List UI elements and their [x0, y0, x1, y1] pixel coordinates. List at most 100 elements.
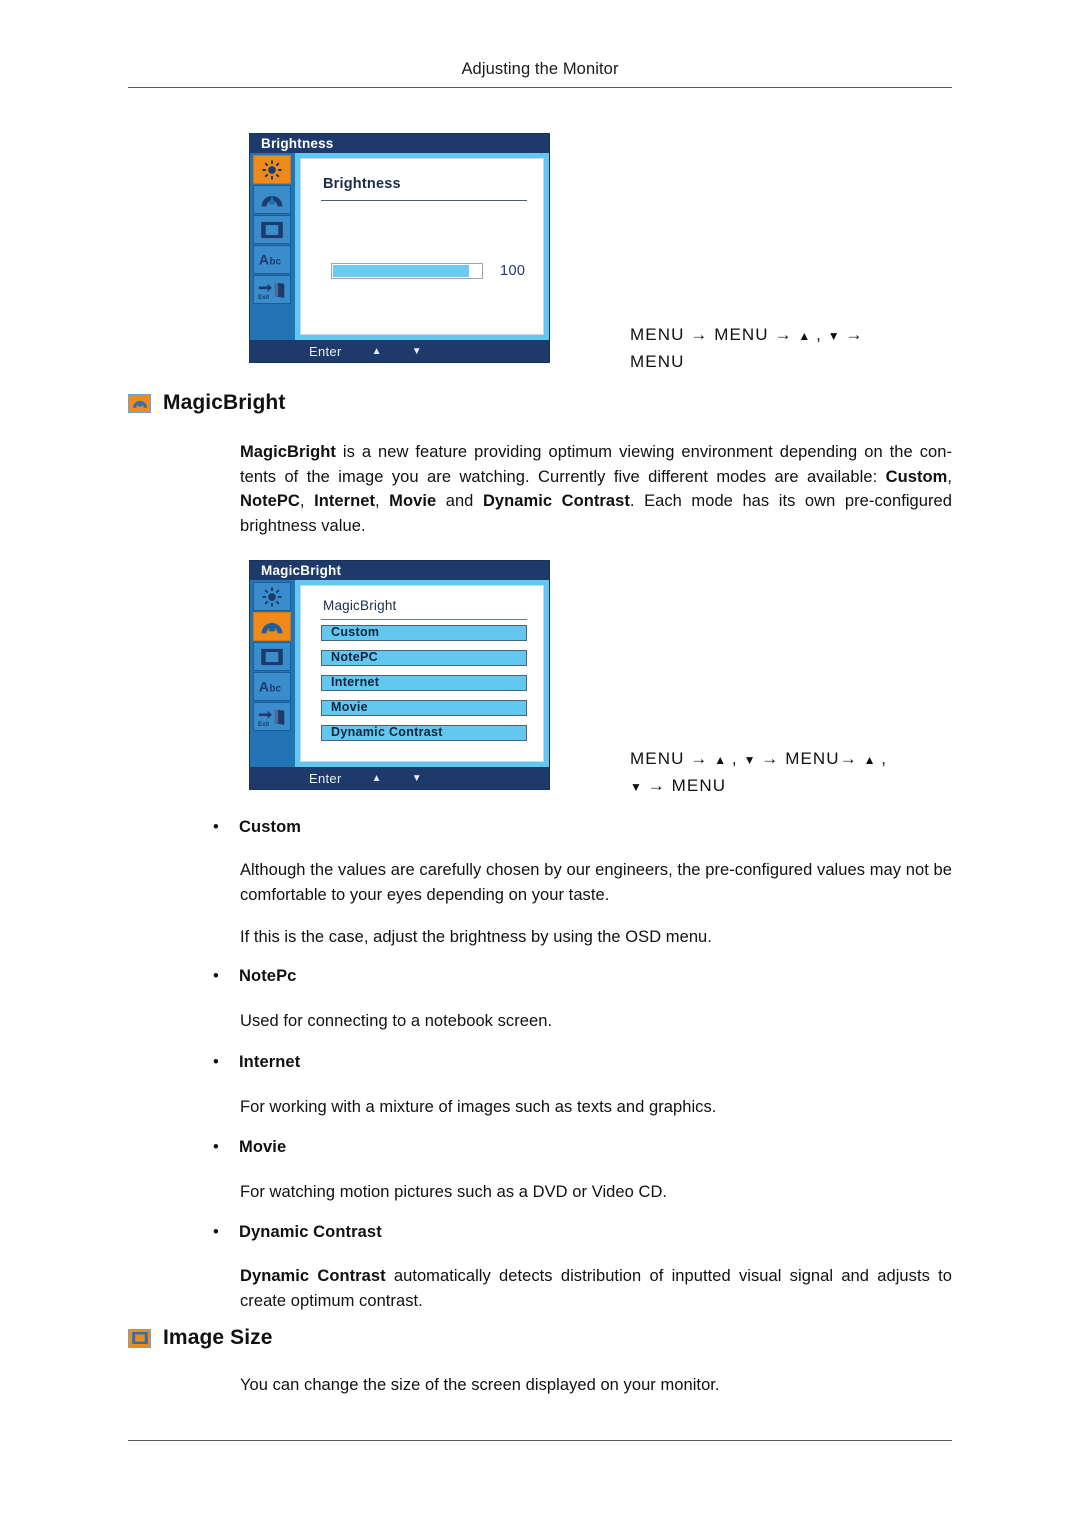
intro-text-4: , [374, 492, 390, 510]
bullet-label-custom: Custom [239, 818, 302, 836]
svg-text:bc: bc [270, 256, 282, 267]
intro-bold-notepc: NotePC [240, 492, 300, 510]
nav-down-arrow-icon-2: ▼ [630, 780, 642, 794]
custom-body-2: If this is the case, adjust the brightne… [240, 928, 712, 946]
footer-rule [128, 1440, 952, 1441]
nav-up-arrow-icon: ▲ [714, 753, 727, 767]
intro-bold-dynamic-contrast: Dynamic Contrast [482, 492, 630, 510]
osd-brightness-titlebar: Brightness [250, 134, 549, 153]
osd-magicbright-mode-list: Custom NotePC Internet Movie Dynamic Contras… [321, 625, 527, 750]
osd-magicbright-heading: MagicBright [323, 598, 397, 613]
osd-mode-item[interactable]: Dynamic Contrast [321, 725, 527, 741]
nav-up-arrow-icon: ▲ [798, 329, 811, 343]
nav-hint-magicbright: MENU → ▲ , ▼ → MENU→ ▲ , ▼ → MENU [630, 746, 960, 800]
svg-text:Exit: Exit [258, 720, 269, 726]
svg-text:A: A [259, 678, 269, 694]
nav-hint-mb-line2: → MENU [641, 776, 727, 795]
svg-text:A: A [259, 251, 269, 267]
bullet-notepc: • NotePc [213, 967, 953, 986]
movie-body: For watching motion pictures such as a D… [240, 1183, 668, 1201]
section-heading-image-size: Image Size [128, 1326, 273, 1350]
magicbright-gauge-icon [128, 393, 151, 413]
osd-down-arrow-icon[interactable]: ▼ [412, 773, 422, 784]
osd-mode-item[interactable]: Internet [321, 675, 527, 691]
osd-brightness-footer: Enter ▲ ▼ [250, 340, 549, 362]
osd-magicbright-screen: MagicBright Custom NotePC Internet Movie Dyn… [295, 580, 549, 767]
svg-text:Exit: Exit [258, 293, 269, 299]
brightness-sun-icon[interactable] [253, 155, 291, 184]
image-size-icon [128, 1328, 151, 1348]
osd-mode-item[interactable]: Movie [321, 700, 527, 716]
bullet-dot-icon: • [213, 1223, 219, 1241]
magicbright-gauge-icon[interactable] [253, 185, 291, 214]
osd-magicbright-panel: MagicBright A bc Exit MagicBright Custom… [249, 560, 550, 790]
osd-magicbright-heading-rule [321, 619, 527, 620]
exit-door-icon[interactable]: Exit [253, 702, 291, 731]
dynamic-contrast-bold: Dynamic Contrast [240, 1267, 386, 1285]
osd-mode-item[interactable]: NotePC [321, 650, 527, 666]
nav-hint-brightness-line2: MENU [630, 352, 685, 371]
image-size-body: You can change the size of the screen di… [240, 1376, 720, 1394]
intro-text-1: is a new feature providing optimum viewi… [240, 443, 952, 486]
image-size-icon[interactable] [253, 642, 291, 671]
nav-hint-brightness-pre: MENU → MENU → [630, 325, 799, 344]
osd-enter-label[interactable]: Enter [309, 344, 342, 359]
osd-brightness-heading: Brightness [323, 176, 401, 192]
osd-text-abc-icon[interactable]: A bc [253, 245, 291, 274]
brightness-slider-row: 100 [331, 263, 525, 279]
intro-text-3: , [299, 492, 315, 510]
magicbright-gauge-icon[interactable] [253, 612, 291, 641]
bullet-label-movie: Movie [239, 1138, 287, 1156]
brightness-slider[interactable] [331, 263, 483, 279]
osd-magicbright-body: A bc Exit MagicBright Custom NotePC Inte… [250, 580, 549, 767]
intro-text-5: and [436, 492, 483, 510]
osd-enter-label[interactable]: Enter [309, 771, 342, 786]
nav-hint-mb-pre: MENU → [630, 749, 715, 768]
osd-up-arrow-icon[interactable]: ▲ [372, 773, 382, 784]
intro-bold-movie: Movie [389, 492, 437, 510]
intro-text-2: , [947, 467, 952, 486]
nav-down-arrow-icon: ▼ [827, 329, 840, 343]
osd-brightness-icon-rail: A bc Exit [250, 153, 295, 340]
osd-magicbright-titlebar: MagicBright [250, 561, 549, 580]
osd-brightness-panel: Brightness A bc Exit Brightness 100 Ente… [249, 133, 550, 363]
image-size-icon[interactable] [253, 215, 291, 244]
section-title-magicbright: MagicBright [163, 391, 286, 414]
header-title: Adjusting the Monitor [461, 60, 619, 78]
osd-down-arrow-icon[interactable]: ▼ [412, 346, 422, 357]
osd-brightness-body: A bc Exit Brightness 100 [250, 153, 549, 340]
svg-text:bc: bc [270, 683, 282, 694]
nav-hint-mb-post: → MENU→ [755, 749, 864, 768]
osd-up-arrow-icon[interactable]: ▲ [372, 346, 382, 357]
internet-body: For working with a mixture of images suc… [240, 1098, 717, 1116]
bullet-dot-icon: • [213, 1138, 219, 1156]
nav-hint-mb-end: , [875, 749, 888, 768]
bullet-label-dynamic-contrast: Dynamic Contrast [239, 1223, 382, 1241]
osd-magicbright-footer: Enter ▲ ▼ [250, 767, 549, 789]
osd-text-abc-icon[interactable]: A bc [253, 672, 291, 701]
bullet-label-notepc: NotePc [239, 967, 297, 985]
brightness-sun-icon[interactable] [253, 582, 291, 611]
nav-hint-brightness: MENU → MENU → ▲ , ▼ → MENU [630, 322, 960, 374]
exit-door-icon[interactable]: Exit [253, 275, 291, 304]
header-rule [128, 87, 952, 88]
brightness-value: 100 [500, 263, 526, 279]
nav-down-arrow-icon: ▼ [743, 753, 756, 767]
osd-magicbright-icon-rail: A bc Exit [250, 580, 295, 767]
bullet-internet: • Internet [213, 1053, 953, 1072]
nav-up-arrow-icon-2: ▲ [863, 753, 876, 767]
magicbright-intro-paragraph: MagicBright is a new feature providing o… [240, 440, 952, 538]
osd-mode-item[interactable]: Custom [321, 625, 527, 641]
intro-bold-magicbright: MagicBright [240, 443, 336, 461]
bullet-dynamic-contrast: • Dynamic Contrast [213, 1223, 953, 1242]
document-page: Adjusting the Monitor Brightness A bc Ex… [0, 0, 1080, 1527]
nav-hint-brightness-mid: , [810, 325, 828, 344]
custom-body-1: Although the values are carefully chosen… [240, 861, 952, 904]
section-title-image-size: Image Size [163, 1326, 273, 1349]
nav-hint-brightness-post: → [839, 325, 864, 344]
nav-hint-mb-mid: , [726, 749, 744, 768]
bullet-dot-icon: • [213, 1053, 219, 1071]
osd-brightness-screen: Brightness 100 [295, 153, 549, 340]
bullet-custom: • Custom [213, 818, 953, 837]
bullet-dot-icon: • [213, 967, 219, 985]
